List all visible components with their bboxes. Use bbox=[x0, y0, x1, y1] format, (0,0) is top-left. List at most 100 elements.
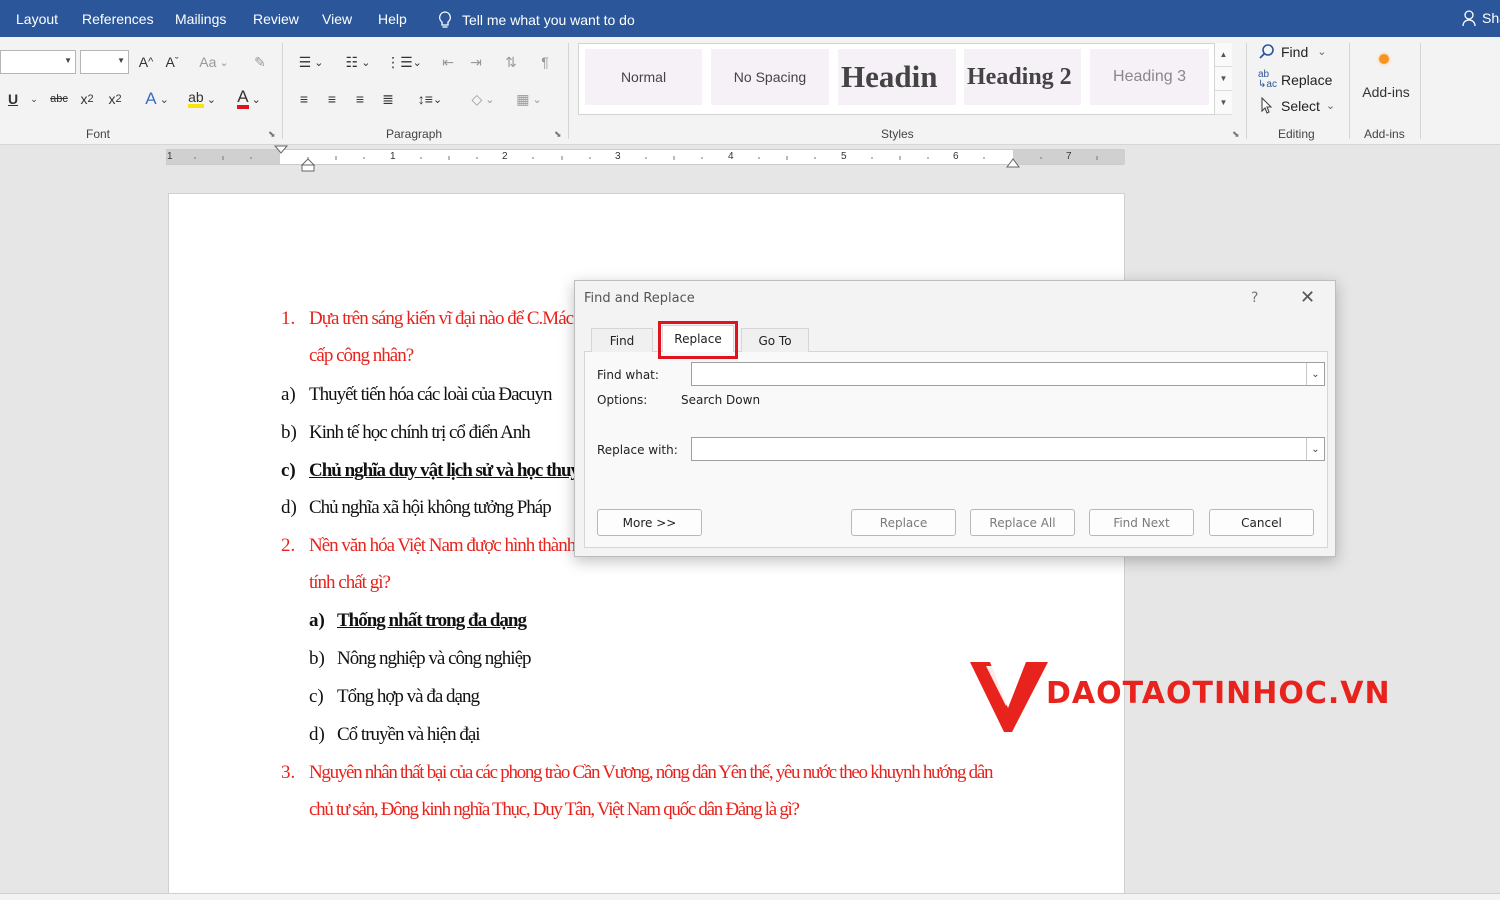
chevron-down-icon[interactable]: ⌄ bbox=[1306, 363, 1324, 385]
find-label: Find bbox=[1281, 43, 1309, 60]
close-icon[interactable]: ✕ bbox=[1300, 287, 1315, 308]
borders-icon[interactable]: ▦ ⌄ bbox=[510, 89, 548, 109]
divider bbox=[1349, 43, 1350, 139]
styles-scroll-up-icon[interactable]: ▲ bbox=[1215, 43, 1232, 67]
find-what-input[interactable]: ⌄ bbox=[691, 362, 1325, 386]
divider bbox=[568, 43, 569, 139]
bullets-icon[interactable]: ☰ ⌄ bbox=[292, 52, 330, 72]
font-name-dropdown[interactable]: ▼ bbox=[0, 50, 76, 74]
option-text: Thuyết tiến hóa các loài của Đacuyn bbox=[309, 384, 552, 405]
option-label: c) bbox=[309, 686, 324, 707]
share-button[interactable]: Sha bbox=[1462, 9, 1500, 27]
styles-dialog-launcher-icon[interactable]: ⬊ bbox=[1232, 129, 1240, 140]
align-left-icon[interactable]: ≡ bbox=[294, 89, 314, 109]
font-color-icon[interactable]: A ⌄ bbox=[231, 88, 267, 110]
question-text: Nguyên nhân thất bại của các phong trào … bbox=[309, 762, 993, 783]
find-button[interactable]: Find ⌄ bbox=[1258, 43, 1327, 60]
font-dialog-launcher-icon[interactable]: ⬊ bbox=[268, 129, 276, 140]
grow-font-icon[interactable]: A ^ bbox=[137, 52, 155, 72]
style-heading-2[interactable]: Heading 2 bbox=[964, 49, 1081, 105]
editing-group-label: Editing bbox=[1278, 127, 1315, 141]
tell-me-search[interactable]: Tell me what you want to do bbox=[438, 11, 635, 29]
align-center-icon[interactable]: ≡ bbox=[322, 89, 342, 109]
first-line-indent-marker-icon[interactable] bbox=[274, 145, 288, 157]
search-icon bbox=[1259, 44, 1274, 59]
underline-icon[interactable]: U bbox=[5, 89, 21, 109]
logo-v-icon bbox=[970, 662, 1048, 732]
line-spacing-icon[interactable]: ↕≡ ⌄ bbox=[412, 89, 448, 109]
help-button[interactable]: ? bbox=[1251, 290, 1258, 306]
change-case-button[interactable]: Aa ⌄ bbox=[198, 52, 230, 72]
option-label: c) bbox=[281, 460, 296, 481]
menu-references[interactable]: References bbox=[82, 11, 154, 27]
replace-tab-highlight bbox=[658, 321, 738, 359]
style-heading-1[interactable]: Headin bbox=[838, 49, 956, 105]
find-what-label: Find what: bbox=[597, 368, 659, 382]
right-indent-marker-icon[interactable] bbox=[1006, 158, 1020, 168]
change-case-label: Aa bbox=[199, 54, 217, 70]
question-number: 1. bbox=[281, 308, 296, 329]
font-size-dropdown[interactable]: ▼ bbox=[80, 50, 129, 74]
highlight-color-icon[interactable]: ab ⌄ bbox=[185, 88, 219, 110]
find-replace-dialog: Find and Replace ? ✕ Find what: ⌄ Option… bbox=[574, 280, 1336, 557]
multilevel-list-icon[interactable]: ⋮☰ ⌄ bbox=[386, 52, 422, 72]
replace-button[interactable]: Replace bbox=[851, 509, 956, 536]
option-text: Kinh tế học chính trị cổ điển Anh bbox=[309, 422, 531, 443]
paragraph-dialog-launcher-icon[interactable]: ⬊ bbox=[554, 129, 562, 140]
decrease-indent-icon[interactable]: ⇤ bbox=[438, 52, 458, 72]
style-heading-3[interactable]: Heading 3 bbox=[1090, 49, 1209, 105]
option-text: Tổng hợp và đa dạng bbox=[337, 686, 480, 707]
styles-scroll-down-icon[interactable]: ▼ bbox=[1215, 67, 1232, 91]
replace-all-button[interactable]: Replace All bbox=[970, 509, 1075, 536]
option-text: Chủ nghĩa xã hội không tưởng Pháp bbox=[309, 497, 552, 518]
question-number: 3. bbox=[281, 762, 296, 783]
question-text: cấp công nhân? bbox=[309, 345, 414, 366]
tab-goto[interactable]: Go To bbox=[741, 328, 809, 352]
style-no-spacing[interactable]: No Spacing bbox=[711, 49, 829, 105]
superscript-icon[interactable]: x2 bbox=[106, 89, 124, 109]
status-bar bbox=[0, 893, 1500, 900]
options-value: Search Down bbox=[681, 393, 761, 407]
watermark-logo: DAOTAOTINHOC.VN bbox=[968, 660, 1413, 735]
styles-more-icon[interactable]: ▼ bbox=[1215, 91, 1232, 115]
clear-formatting-icon[interactable]: ✎ bbox=[249, 52, 271, 72]
numbering-icon[interactable]: ☷ ⌄ bbox=[339, 52, 377, 72]
menu-view[interactable]: View bbox=[322, 11, 352, 27]
question-number: 2. bbox=[281, 535, 296, 556]
pilcrow-icon[interactable]: ¶ bbox=[535, 52, 555, 72]
question-text: tính chất gì? bbox=[309, 572, 391, 593]
divider bbox=[1246, 43, 1247, 139]
shrink-font-icon[interactable]: Aˇ bbox=[163, 52, 181, 72]
replace-with-input[interactable]: ⌄ bbox=[691, 437, 1325, 461]
addins-button[interactable]: Add-ins bbox=[1356, 81, 1416, 103]
underline-dropdown-icon[interactable]: ⌄ bbox=[30, 89, 38, 109]
chevron-down-icon[interactable]: ⌄ bbox=[1306, 438, 1324, 460]
select-button[interactable]: Select ⌄ bbox=[1258, 97, 1335, 114]
sort-icon[interactable]: ⇅ bbox=[501, 52, 521, 72]
cancel-button[interactable]: Cancel bbox=[1209, 509, 1314, 536]
menu-review[interactable]: Review bbox=[253, 11, 299, 27]
replace-icon: ab ↳ac bbox=[1258, 69, 1277, 90]
replace-button[interactable]: ab ↳ac Replace bbox=[1258, 70, 1332, 90]
question-text: chủ tư sản, Đông kinh nghĩa Thục, Duy Tâ… bbox=[309, 799, 800, 820]
increase-indent-icon[interactable]: ⇥ bbox=[466, 52, 486, 72]
addins-icon bbox=[1378, 53, 1390, 65]
shading-icon[interactable]: ◇ ⌄ bbox=[466, 89, 500, 109]
subscript-icon[interactable]: x2 bbox=[78, 89, 96, 109]
find-next-button[interactable]: Find Next bbox=[1089, 509, 1194, 536]
question-text: Nền văn hóa Việt Nam được hình thành bbox=[309, 535, 576, 556]
text-effects-icon[interactable]: A ⌄ bbox=[141, 88, 173, 110]
justify-icon[interactable]: ≣ bbox=[378, 89, 398, 109]
strikethrough-icon[interactable]: abc bbox=[48, 89, 70, 109]
style-normal[interactable]: Normal bbox=[585, 49, 702, 105]
align-right-icon[interactable]: ≡ bbox=[350, 89, 370, 109]
option-label: a) bbox=[309, 610, 325, 631]
ribbon: ▼ ▼ A ^ Aˇ Aa ⌄ ✎ U ⌄ abc x2 x2 A ⌄ ab ⌄ … bbox=[0, 37, 1500, 145]
more-button[interactable]: More >> bbox=[597, 509, 702, 536]
menu-mailings[interactable]: Mailings bbox=[175, 11, 226, 27]
menu-help[interactable]: Help bbox=[378, 11, 407, 27]
hanging-indent-marker-icon[interactable] bbox=[301, 158, 315, 172]
tab-find[interactable]: Find bbox=[591, 328, 653, 352]
menu-layout[interactable]: Layout bbox=[16, 11, 58, 27]
question-text: Dựa trên sáng kiến vĩ đại nào để C.Mác v bbox=[309, 308, 586, 329]
